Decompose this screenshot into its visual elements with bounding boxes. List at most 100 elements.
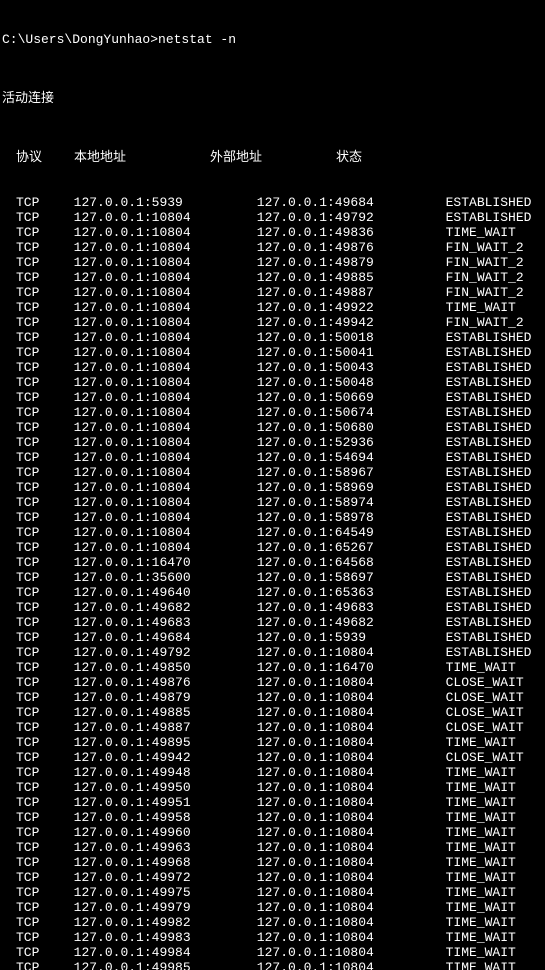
connection-row: TCP127.0.0.1:49948127.0.0.1:10804TIME_WA… <box>2 765 545 780</box>
connection-row: TCP127.0.0.1:49792127.0.0.1:10804ESTABLI… <box>2 645 545 660</box>
cell-state: ESTABLISHED <box>446 405 545 420</box>
cell-proto: TCP <box>2 480 74 495</box>
cell-proto: TCP <box>2 420 74 435</box>
cell-state: ESTABLISHED <box>446 450 545 465</box>
cell-local: 127.0.0.1:10804 <box>74 525 209 540</box>
cell-local: 127.0.0.1:49958 <box>74 810 209 825</box>
cell-proto: TCP <box>2 570 74 585</box>
cell-proto: TCP <box>2 240 74 255</box>
cell-state: ESTABLISHED <box>446 195 545 210</box>
cell-local: 127.0.0.1:49895 <box>74 735 209 750</box>
connection-row: TCP127.0.0.1:10804127.0.0.1:58974ESTABLI… <box>2 495 545 510</box>
cell-proto: TCP <box>2 870 74 885</box>
header-foreign: 外部地址 <box>210 150 336 165</box>
connection-row: TCP127.0.0.1:10804127.0.0.1:49879FIN_WAI… <box>2 255 545 270</box>
connection-row: TCP127.0.0.1:10804127.0.0.1:54694ESTABLI… <box>2 450 545 465</box>
cell-foreign: 127.0.0.1:10804 <box>209 900 446 915</box>
cell-local: 127.0.0.1:10804 <box>74 465 209 480</box>
cell-local: 127.0.0.1:49968 <box>74 855 209 870</box>
connection-row: TCP127.0.0.1:49972127.0.0.1:10804TIME_WA… <box>2 870 545 885</box>
cell-state: ESTABLISHED <box>446 495 545 510</box>
cell-local: 127.0.0.1:5939 <box>74 195 209 210</box>
cell-state: TIME_WAIT <box>446 795 545 810</box>
cell-foreign: 127.0.0.1:49885 <box>209 270 446 285</box>
cell-state: ESTABLISHED <box>446 615 545 630</box>
connection-row: TCP127.0.0.1:49684127.0.0.1:5939ESTABLIS… <box>2 630 545 645</box>
cell-local: 127.0.0.1:10804 <box>74 330 209 345</box>
cell-foreign: 127.0.0.1:58969 <box>209 480 446 495</box>
cell-proto: TCP <box>2 630 74 645</box>
cell-state: ESTABLISHED <box>446 390 545 405</box>
connection-row: TCP127.0.0.1:10804127.0.0.1:50043ESTABLI… <box>2 360 545 375</box>
cell-proto: TCP <box>2 930 74 945</box>
cell-state: ESTABLISHED <box>446 360 545 375</box>
cell-proto: TCP <box>2 465 74 480</box>
cell-local: 127.0.0.1:49885 <box>74 705 209 720</box>
cell-foreign: 127.0.0.1:10804 <box>209 795 446 810</box>
cell-local: 127.0.0.1:49951 <box>74 795 209 810</box>
header-local: 本地地址 <box>74 150 210 165</box>
cell-state: TIME_WAIT <box>446 660 545 675</box>
cell-local: 127.0.0.1:49950 <box>74 780 209 795</box>
connection-list: TCP127.0.0.1:5939127.0.0.1:49684ESTABLIS… <box>2 195 545 970</box>
connection-row: TCP127.0.0.1:49960127.0.0.1:10804TIME_WA… <box>2 825 545 840</box>
cell-state: CLOSE_WAIT <box>446 705 545 720</box>
cell-foreign: 127.0.0.1:58967 <box>209 465 446 480</box>
cell-foreign: 127.0.0.1:49836 <box>209 225 446 240</box>
cell-state: TIME_WAIT <box>446 855 545 870</box>
cell-foreign: 127.0.0.1:10804 <box>209 645 446 660</box>
command-prompt-line: C:\Users\DongYunhao>netstat -n <box>2 32 545 47</box>
cell-local: 127.0.0.1:49879 <box>74 690 209 705</box>
connection-row: TCP127.0.0.1:16470127.0.0.1:64568ESTABLI… <box>2 555 545 570</box>
connection-row: TCP127.0.0.1:10804127.0.0.1:50018ESTABLI… <box>2 330 545 345</box>
cell-foreign: 127.0.0.1:49942 <box>209 315 446 330</box>
cell-local: 127.0.0.1:10804 <box>74 255 209 270</box>
cell-state: TIME_WAIT <box>446 870 545 885</box>
cell-proto: TCP <box>2 615 74 630</box>
cell-state: ESTABLISHED <box>446 330 545 345</box>
cell-state: TIME_WAIT <box>446 930 545 945</box>
cell-foreign: 127.0.0.1:10804 <box>209 930 446 945</box>
cell-state: ESTABLISHED <box>446 510 545 525</box>
cell-foreign: 127.0.0.1:10804 <box>209 915 446 930</box>
column-headers: 协议 本地地址 外部地址 状态 <box>2 150 545 165</box>
cell-state: ESTABLISHED <box>446 585 545 600</box>
cell-foreign: 127.0.0.1:54694 <box>209 450 446 465</box>
cell-state: TIME_WAIT <box>446 945 545 960</box>
cell-state: ESTABLISHED <box>446 210 545 225</box>
connection-row: TCP127.0.0.1:49942127.0.0.1:10804CLOSE_W… <box>2 750 545 765</box>
connection-row: TCP127.0.0.1:49887127.0.0.1:10804CLOSE_W… <box>2 720 545 735</box>
cell-state: FIN_WAIT_2 <box>446 315 545 330</box>
cell-local: 127.0.0.1:49983 <box>74 930 209 945</box>
connection-row: TCP127.0.0.1:10804127.0.0.1:49885FIN_WAI… <box>2 270 545 285</box>
cell-state: FIN_WAIT_2 <box>446 255 545 270</box>
cell-foreign: 127.0.0.1:10804 <box>209 960 446 970</box>
connection-row: TCP127.0.0.1:10804127.0.0.1:49887FIN_WAI… <box>2 285 545 300</box>
cell-foreign: 127.0.0.1:10804 <box>209 750 446 765</box>
cell-foreign: 127.0.0.1:10804 <box>209 870 446 885</box>
connection-row: TCP127.0.0.1:10804127.0.0.1:50680ESTABLI… <box>2 420 545 435</box>
cell-foreign: 127.0.0.1:10804 <box>209 840 446 855</box>
cell-proto: TCP <box>2 945 74 960</box>
cell-local: 127.0.0.1:10804 <box>74 375 209 390</box>
connection-row: TCP127.0.0.1:10804127.0.0.1:64549ESTABLI… <box>2 525 545 540</box>
cell-foreign: 127.0.0.1:52936 <box>209 435 446 450</box>
connection-row: TCP127.0.0.1:49885127.0.0.1:10804CLOSE_W… <box>2 705 545 720</box>
connection-row: TCP127.0.0.1:49982127.0.0.1:10804TIME_WA… <box>2 915 545 930</box>
cell-local: 127.0.0.1:16470 <box>74 555 209 570</box>
cell-state: CLOSE_WAIT <box>446 720 545 735</box>
cell-local: 127.0.0.1:10804 <box>74 405 209 420</box>
cell-foreign: 127.0.0.1:58697 <box>209 570 446 585</box>
cell-proto: TCP <box>2 495 74 510</box>
cell-local: 127.0.0.1:49975 <box>74 885 209 900</box>
connection-row: TCP127.0.0.1:49984127.0.0.1:10804TIME_WA… <box>2 945 545 960</box>
header-proto: 协议 <box>2 150 74 165</box>
terminal-window[interactable]: C:\Users\DongYunhao>netstat -n 活动连接 协议 本… <box>0 0 545 970</box>
cell-foreign: 127.0.0.1:10804 <box>209 780 446 795</box>
cell-local: 127.0.0.1:49982 <box>74 915 209 930</box>
cell-proto: TCP <box>2 525 74 540</box>
cell-state: TIME_WAIT <box>446 960 545 970</box>
connection-row: TCP127.0.0.1:49683127.0.0.1:49682ESTABLI… <box>2 615 545 630</box>
cell-foreign: 127.0.0.1:10804 <box>209 810 446 825</box>
cell-state: ESTABLISHED <box>446 600 545 615</box>
